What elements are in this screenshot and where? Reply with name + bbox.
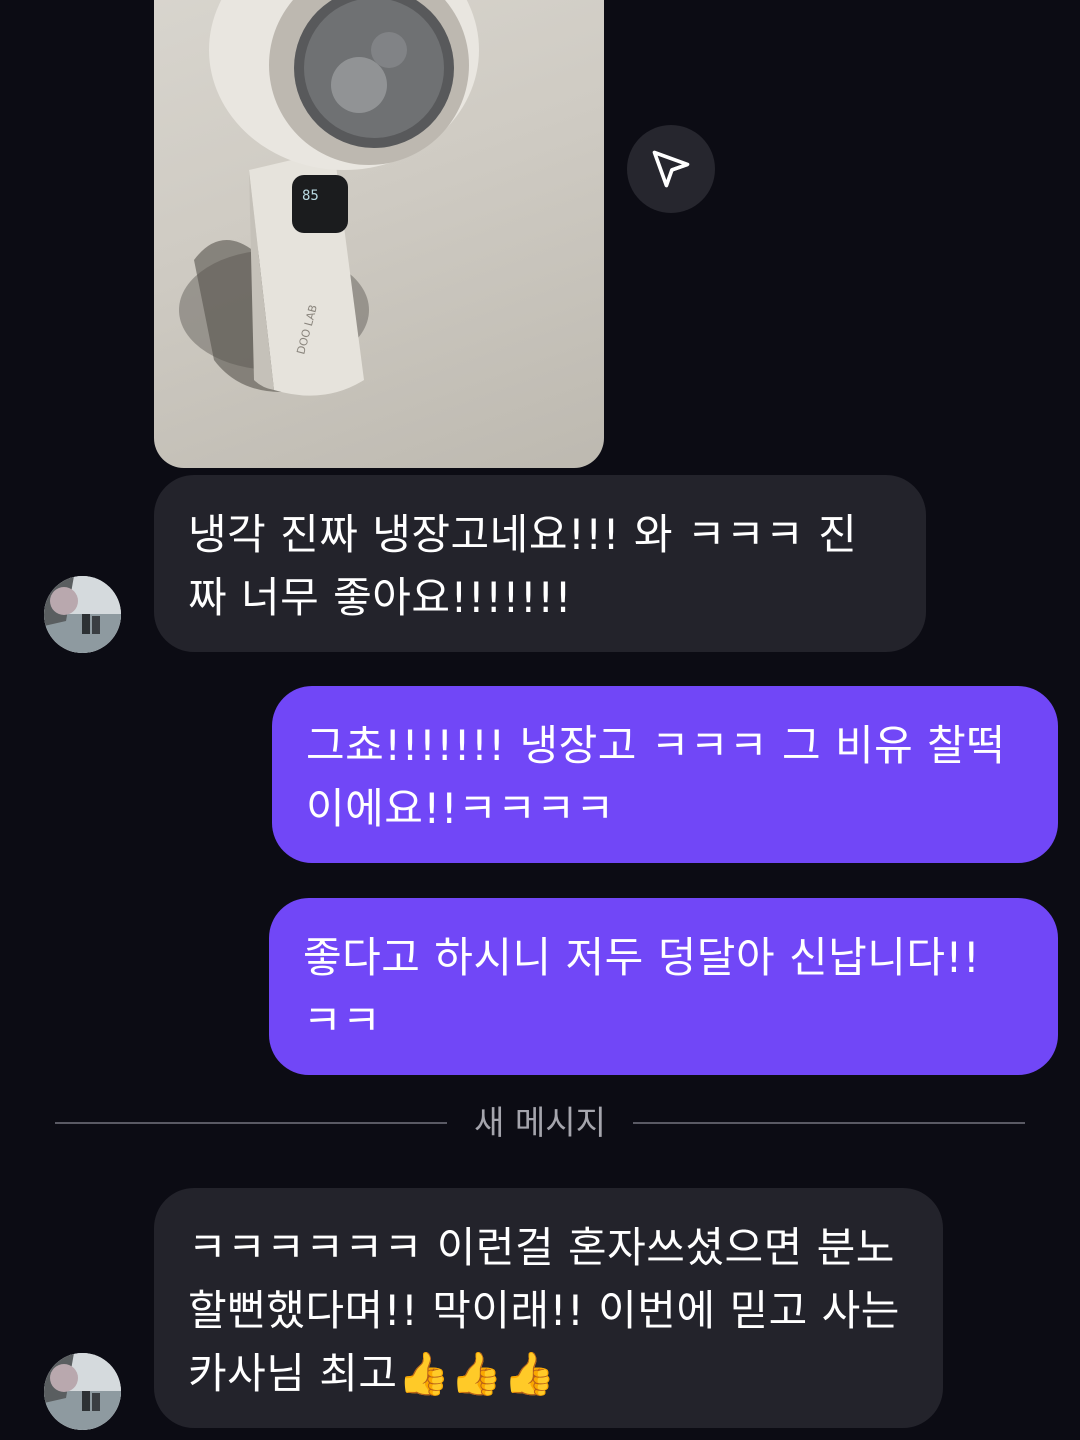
incoming-message[interactable]: 냉각 진짜 냉장고네요!!! 와 ㅋㅋㅋ 진짜 너무 좋아요!!!!!!! <box>154 475 926 652</box>
new-messages-divider: 새 메시지 <box>55 1104 1025 1142</box>
avatar[interactable] <box>44 576 121 653</box>
avatar-photo <box>44 576 121 653</box>
incoming-message[interactable]: ㅋㅋㅋㅋㅋㅋ 이런걸 혼자쓰셨으면 분노할뻔했다며!! 막이래!! 이번에 믿고… <box>154 1188 943 1428</box>
hand-fan-photo: 85 DOO LAB <box>179 0 479 396</box>
send-icon <box>652 150 690 188</box>
divider-line <box>633 1122 1025 1124</box>
avatar-photo <box>44 1353 121 1430</box>
avatar[interactable] <box>44 1353 121 1430</box>
share-button[interactable] <box>627 125 715 213</box>
outgoing-message[interactable]: 그쵸!!!!!!! 냉장고 ㅋㅋㅋ 그 비유 찰떡이에요!!ㅋㅋㅋㅋ <box>272 686 1058 863</box>
message-image[interactable]: 85 DOO LAB <box>154 0 604 468</box>
device-display: 85 <box>302 188 319 204</box>
outgoing-message[interactable]: 좋다고 하시니 저두 덩달아 신납니다!! ㅋㅋ <box>269 898 1058 1075</box>
